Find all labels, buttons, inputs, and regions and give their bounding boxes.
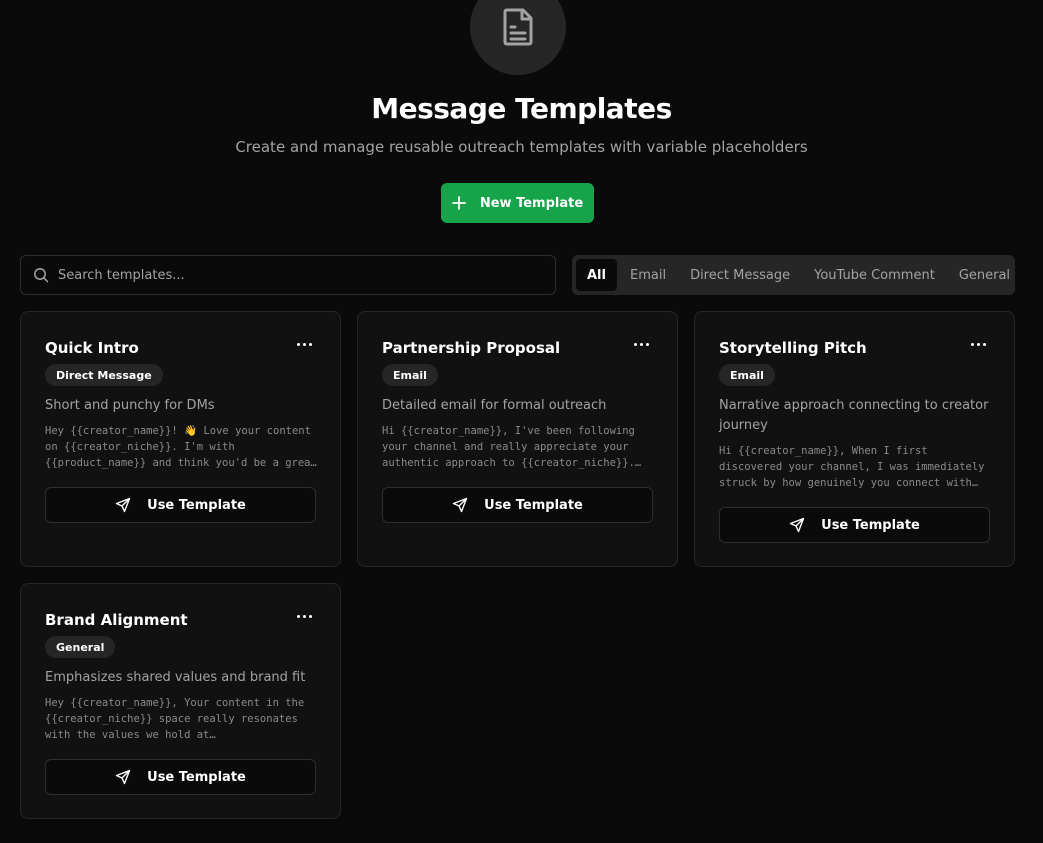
more-options-icon[interactable] bbox=[634, 343, 649, 346]
page-subtitle: Create and manage reusable outreach temp… bbox=[235, 138, 808, 156]
template-card: Quick Intro Direct Message Short and pun… bbox=[20, 311, 341, 567]
use-template-button[interactable]: Use Template bbox=[45, 487, 316, 523]
use-template-label: Use Template bbox=[147, 769, 246, 785]
category-badge: Direct Message bbox=[45, 364, 163, 386]
tab-direct-message[interactable]: Direct Message bbox=[679, 259, 801, 291]
template-card: Storytelling Pitch Email Narrative appro… bbox=[694, 311, 1015, 567]
template-preview: Hey {{creator_name}}, Your content in th… bbox=[45, 697, 305, 741]
tab-general[interactable]: General bbox=[948, 259, 1021, 291]
use-template-button[interactable]: Use Template bbox=[382, 487, 653, 523]
more-options-icon[interactable] bbox=[297, 343, 312, 346]
message-templates-page: Message Templates Create and manage reus… bbox=[0, 0, 1043, 843]
template-description: Detailed email for formal outreach bbox=[382, 398, 607, 413]
tab-youtube-comment[interactable]: YouTube Comment bbox=[803, 259, 946, 291]
more-options-icon[interactable] bbox=[971, 343, 986, 346]
send-icon bbox=[452, 497, 468, 513]
template-title: Brand Alignment bbox=[45, 611, 188, 629]
new-template-button[interactable]: New Template bbox=[441, 183, 594, 223]
category-badge: Email bbox=[719, 364, 775, 386]
use-template-button[interactable]: Use Template bbox=[45, 759, 316, 795]
template-preview: Hi {{creator_name}}, When I first discov… bbox=[719, 445, 985, 489]
search-bar[interactable] bbox=[20, 255, 556, 295]
template-preview: Hi {{creator_name}}, I've been following… bbox=[382, 425, 635, 469]
send-icon bbox=[115, 497, 131, 513]
template-title: Quick Intro bbox=[45, 339, 139, 357]
plus-icon bbox=[451, 196, 466, 210]
template-title: Partnership Proposal bbox=[382, 339, 561, 357]
template-card: Brand Alignment General Emphasizes share… bbox=[20, 583, 341, 819]
new-template-label: New Template bbox=[479, 195, 584, 211]
document-icon-circle bbox=[470, 0, 566, 75]
page-title: Message Templates bbox=[371, 92, 672, 125]
use-template-label: Use Template bbox=[484, 497, 583, 513]
document-icon bbox=[503, 8, 533, 46]
send-icon bbox=[115, 769, 131, 785]
send-icon bbox=[789, 517, 805, 533]
template-description: Short and punchy for DMs bbox=[45, 398, 215, 413]
template-preview: Hey {{creator_name}}! 👋 Love your conten… bbox=[45, 425, 317, 469]
tab-email[interactable]: Email bbox=[619, 259, 677, 291]
template-title: Storytelling Pitch bbox=[719, 339, 867, 357]
category-badge: Email bbox=[382, 364, 438, 386]
tab-all[interactable]: All bbox=[576, 259, 617, 291]
search-icon bbox=[34, 268, 49, 283]
more-options-icon[interactable] bbox=[297, 615, 312, 618]
use-template-button[interactable]: Use Template bbox=[719, 507, 990, 543]
template-description: Emphasizes shared values and brand fit bbox=[45, 670, 306, 685]
category-filter-tabs: All Email Direct Message YouTube Comment… bbox=[572, 255, 1015, 295]
use-template-label: Use Template bbox=[821, 517, 920, 533]
use-template-label: Use Template bbox=[147, 497, 246, 513]
category-badge: General bbox=[45, 636, 116, 658]
search-input[interactable] bbox=[58, 267, 528, 283]
template-description: Narrative approach connecting to creator… bbox=[719, 398, 989, 433]
template-card: Partnership Proposal Email Detailed emai… bbox=[357, 311, 678, 567]
